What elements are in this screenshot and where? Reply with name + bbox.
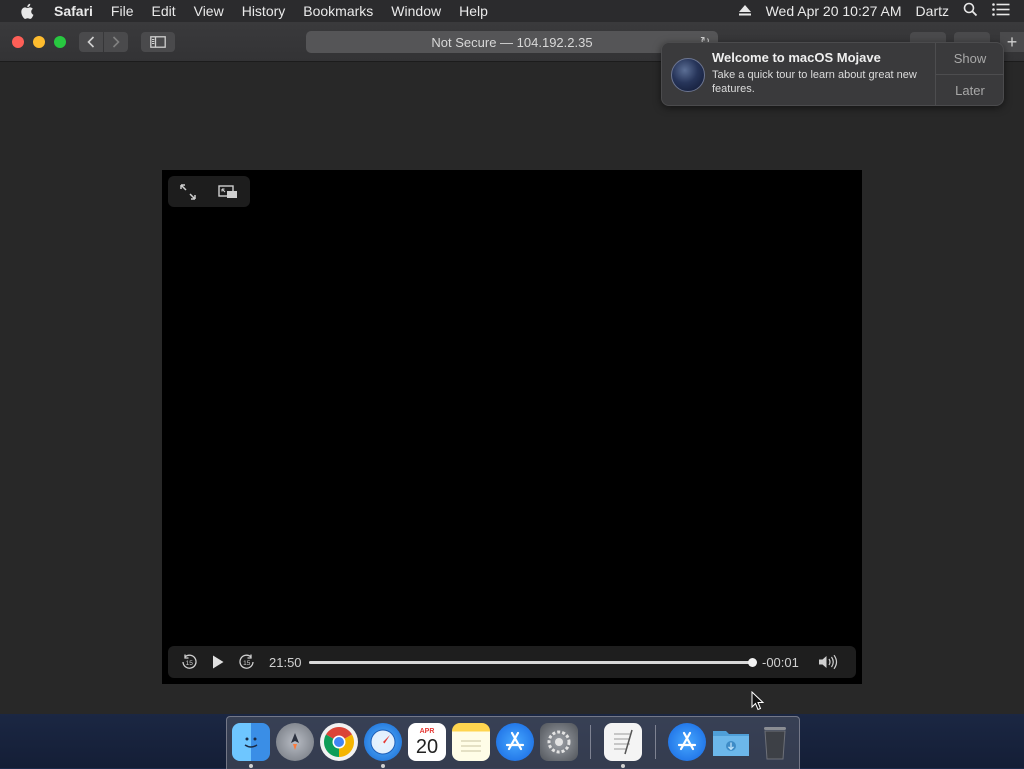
zoom-window-button[interactable] bbox=[54, 36, 66, 48]
forward-button[interactable] bbox=[104, 32, 128, 52]
scrubber-progress bbox=[309, 661, 753, 664]
video-player[interactable]: 15 15 21:50 -00:01 bbox=[162, 170, 862, 684]
notification-title: Welcome to macOS Mojave bbox=[712, 50, 881, 65]
chevron-left-icon bbox=[87, 36, 95, 48]
skip-forward-button[interactable]: 15 bbox=[238, 646, 256, 678]
downloads-folder-icon[interactable] bbox=[712, 723, 750, 761]
menu-history[interactable]: History bbox=[242, 3, 286, 19]
dock: APR 20 bbox=[226, 716, 800, 769]
play-button[interactable] bbox=[211, 646, 225, 678]
picture-in-picture-icon bbox=[218, 184, 237, 198]
volume-button[interactable] bbox=[818, 646, 840, 678]
video-controls-bar: 15 15 21:50 -00:01 bbox=[168, 646, 856, 678]
apple-menu-icon[interactable] bbox=[19, 2, 37, 20]
notes-icon[interactable] bbox=[452, 723, 490, 761]
skip-back-15-icon: 15 bbox=[182, 654, 197, 669]
menu-bookmarks[interactable]: Bookmarks bbox=[303, 3, 373, 19]
play-icon bbox=[213, 655, 224, 669]
textedit-running-indicator bbox=[621, 764, 625, 768]
calendar-icon[interactable]: APR 20 bbox=[408, 723, 446, 761]
safari-window: Not Secure — 104.192.2.35 ↻ + 15 15 21:5… bbox=[0, 22, 1024, 714]
launchpad-icon[interactable] bbox=[276, 723, 314, 761]
menu-app-safari[interactable]: Safari bbox=[54, 3, 93, 19]
fullscreen-button[interactable] bbox=[168, 176, 208, 207]
menu-help[interactable]: Help bbox=[459, 3, 488, 19]
page-content: 15 15 21:50 -00:01 bbox=[0, 62, 1024, 714]
menubar-user[interactable]: Dartz bbox=[916, 3, 949, 19]
eject-icon[interactable] bbox=[738, 3, 752, 19]
close-window-button[interactable] bbox=[12, 36, 24, 48]
textedit-icon[interactable] bbox=[604, 723, 642, 761]
menu-bar: Safari File Edit View History Bookmarks … bbox=[0, 0, 1024, 22]
scrubber-knob[interactable] bbox=[748, 658, 758, 667]
notification-banner[interactable]: Welcome to macOS Mojave Take a quick tou… bbox=[661, 42, 1004, 106]
skip-forward-15-icon: 15 bbox=[239, 654, 254, 669]
skip-back-seconds: 15 bbox=[186, 660, 194, 667]
notification-actions: Show Later bbox=[935, 43, 1004, 105]
address-text: Not Secure — 104.192.2.35 bbox=[431, 34, 593, 50]
app-store-icon[interactable] bbox=[496, 723, 534, 761]
dock-separator bbox=[590, 725, 591, 759]
address-bar[interactable]: Not Secure — 104.192.2.35 ↻ bbox=[306, 31, 718, 53]
menu-file[interactable]: File bbox=[111, 3, 134, 19]
chevron-right-icon bbox=[112, 36, 120, 48]
menu-window[interactable]: Window bbox=[391, 3, 441, 19]
finder-icon[interactable] bbox=[232, 723, 270, 761]
sidebar-toggle-button[interactable] bbox=[141, 32, 175, 52]
skip-back-button[interactable]: 15 bbox=[180, 646, 198, 678]
dock-separator bbox=[655, 725, 656, 759]
notification-body: Take a quick tour to learn about great n… bbox=[712, 69, 917, 95]
picture-in-picture-button[interactable] bbox=[208, 176, 248, 207]
skip-forward-seconds: 15 bbox=[243, 660, 251, 667]
elapsed-time: 21:50 bbox=[269, 654, 302, 670]
menu-edit[interactable]: Edit bbox=[151, 3, 175, 19]
volume-icon bbox=[819, 654, 838, 670]
remaining-time: -00:01 bbox=[762, 654, 799, 670]
finder-running-indicator bbox=[249, 764, 253, 768]
menubar-clock[interactable]: Wed Apr 20 10:27 AM bbox=[766, 3, 902, 19]
chrome-icon[interactable] bbox=[320, 723, 358, 761]
notification-show-button[interactable]: Show bbox=[936, 43, 1004, 75]
safari-running-indicator bbox=[381, 764, 385, 768]
notification-center-icon[interactable] bbox=[992, 3, 1010, 19]
calendar-day: 20 bbox=[415, 735, 439, 758]
video-top-controls bbox=[168, 176, 250, 207]
notification-later-button[interactable]: Later bbox=[936, 75, 1004, 106]
app-store-icon[interactable] bbox=[668, 723, 706, 761]
macos-mojave-icon bbox=[671, 58, 705, 92]
trash-icon[interactable] bbox=[756, 723, 794, 761]
safari-icon[interactable] bbox=[364, 723, 402, 761]
mouse-cursor-icon bbox=[751, 691, 765, 711]
sidebar-icon bbox=[150, 36, 166, 48]
back-button[interactable] bbox=[79, 32, 103, 52]
minimize-window-button[interactable] bbox=[33, 36, 45, 48]
expand-icon bbox=[180, 183, 196, 200]
calendar-month: APR bbox=[419, 727, 435, 735]
menu-view[interactable]: View bbox=[194, 3, 224, 19]
spotlight-search-icon[interactable] bbox=[963, 2, 978, 20]
video-scrubber[interactable] bbox=[309, 661, 753, 664]
system-preferences-icon[interactable] bbox=[540, 723, 578, 761]
